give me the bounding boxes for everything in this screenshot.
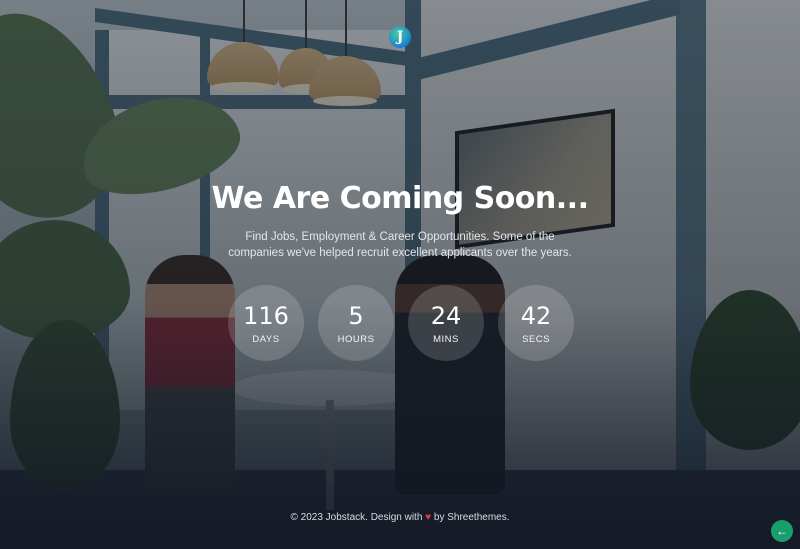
background-photo (0, 0, 800, 549)
countdown-label: DAYS (252, 333, 280, 345)
countdown-value: 116 (243, 301, 289, 330)
page-title: We Are Coming Soon... (211, 181, 589, 216)
page-subtitle: Find Jobs, Employment & Career Opportuni… (228, 231, 572, 259)
countdown-timer: 116 DAYS 5 HOURS 24 MINS 42 SECS (228, 285, 574, 361)
heart-icon: ♥ (425, 512, 432, 523)
countdown-mins: 24 MINS (408, 285, 484, 361)
countdown-value: 5 (348, 301, 364, 330)
footer-credit: by Shreethemes. (433, 512, 510, 523)
countdown-value: 42 (520, 301, 552, 330)
countdown-value: 24 (430, 301, 462, 330)
countdown-secs: 42 SECS (498, 285, 574, 361)
footer: © 2023 Jobstack. Design with ♥ by Shreet… (0, 512, 800, 523)
footer-copyright: © 2023 Jobstack. Design with (290, 512, 423, 523)
countdown-label: MINS (433, 333, 459, 345)
dark-overlay (0, 0, 800, 549)
countdown-days: 116 DAYS (228, 285, 304, 361)
arrow-left-icon: ← (776, 524, 788, 538)
countdown-label: SECS (522, 333, 550, 345)
logo-icon: J (396, 29, 404, 45)
countdown-hours: 5 HOURS (318, 285, 394, 361)
countdown-label: HOURS (337, 333, 375, 345)
logo-link[interactable]: J (389, 26, 411, 48)
back-to-top-button[interactable]: ← (771, 520, 793, 542)
